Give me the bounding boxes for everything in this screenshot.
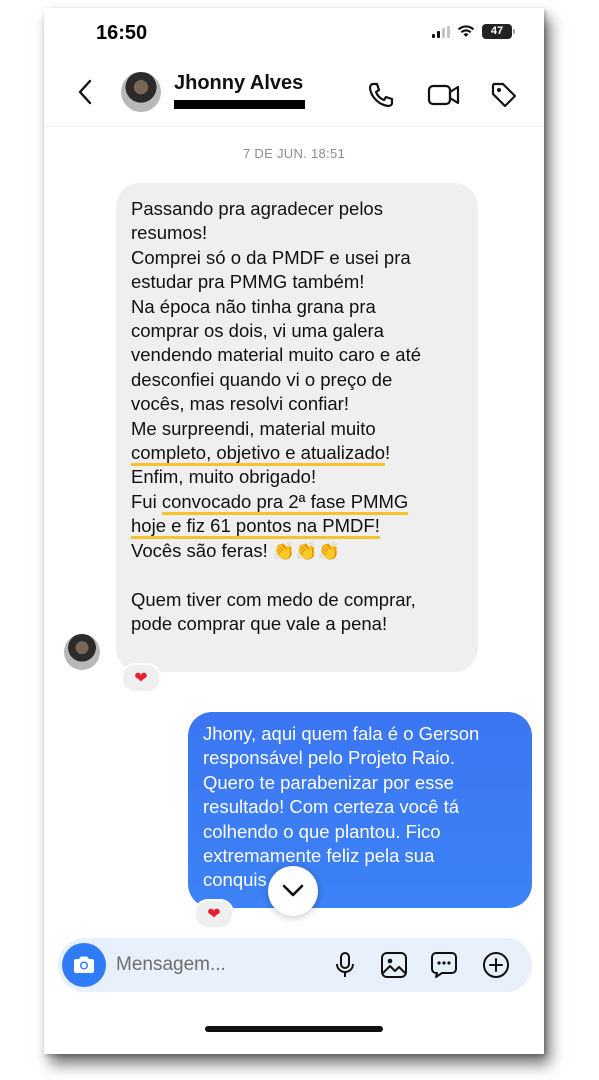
outgoing-message-bubble[interactable]: Jhony, aqui quem fala é o Gerson respons… (188, 712, 532, 908)
heart-reaction[interactable]: ❤ (121, 663, 161, 693)
wifi-icon (457, 25, 475, 37)
message-line (131, 563, 471, 587)
highlighted-text: completo, objetivo e atualizado (131, 442, 386, 467)
signal-icon (432, 25, 450, 38)
sender-avatar[interactable] (64, 634, 100, 670)
home-indicator (205, 1026, 383, 1032)
message-composer: Mensagem... (58, 938, 532, 992)
phone-icon[interactable] (366, 80, 396, 110)
back-icon[interactable] (74, 78, 98, 106)
message-line: Vocês são feras! 👏👏👏 (131, 539, 341, 561)
status-time: 16:50 (96, 22, 148, 44)
incoming-message-text: Passando pra agradecer pelos resumos! Co… (131, 197, 471, 636)
battery-indicator: 47 (482, 24, 515, 39)
outgoing-message-text: Jhony, aqui quem fala é o Gerson respons… (203, 723, 480, 891)
message-line: Quem tiver com medo de comprar, pode com… (131, 588, 416, 634)
contact-avatar[interactable] (121, 72, 161, 112)
gallery-icon[interactable] (380, 951, 408, 979)
status-icons: 47 (432, 24, 515, 39)
scroll-to-bottom-button[interactable] (268, 866, 318, 916)
highlighted-text: hoje e fiz 61 pontos na PMDF! (131, 515, 380, 540)
clapping-hands-emoji: 👏👏👏 (272, 540, 341, 561)
sticker-message-icon[interactable] (430, 951, 458, 979)
message-line: Comprei só o da PMDF e usei pra estudar … (131, 246, 411, 293)
microphone-icon[interactable] (334, 951, 356, 979)
heart-reaction[interactable]: ❤ (194, 899, 234, 929)
message-line: Fui convocado pra 2ª fase PMMG (131, 490, 471, 515)
message-line: hoje e fiz 61 pontos na PMDF! (131, 514, 471, 540)
highlighted-text: convocado pra 2ª fase PMMG (161, 490, 409, 515)
chat-header: Jhonny Alves (44, 60, 544, 127)
incoming-message-bubble[interactable]: Passando pra agradecer pelos resumos! Co… (116, 183, 478, 672)
camera-icon (74, 956, 94, 973)
add-icon[interactable] (482, 951, 510, 979)
contact-name[interactable]: Jhonny Alves (174, 72, 303, 95)
message-line: completo, objetivo e atualizado! (131, 441, 471, 467)
message-line: Na época não tinha grana pra comprar os … (131, 295, 422, 415)
redacted-username (174, 100, 305, 109)
tag-icon[interactable] (489, 80, 519, 110)
status-bar: 16:50 47 (44, 8, 544, 56)
message-input[interactable]: Mensagem... (116, 954, 226, 976)
message-line: Me surpreendi, material muito (131, 417, 376, 439)
message-line: Passando pra agradecer pelos resumos! (131, 198, 383, 244)
camera-button[interactable] (62, 943, 106, 987)
message-line: Enfim, muito obrigado! (131, 466, 317, 488)
video-call-icon[interactable] (427, 80, 461, 110)
chevron-down-icon (282, 884, 304, 897)
message-timestamp: 7 DE JUN. 18:51 (242, 146, 346, 161)
